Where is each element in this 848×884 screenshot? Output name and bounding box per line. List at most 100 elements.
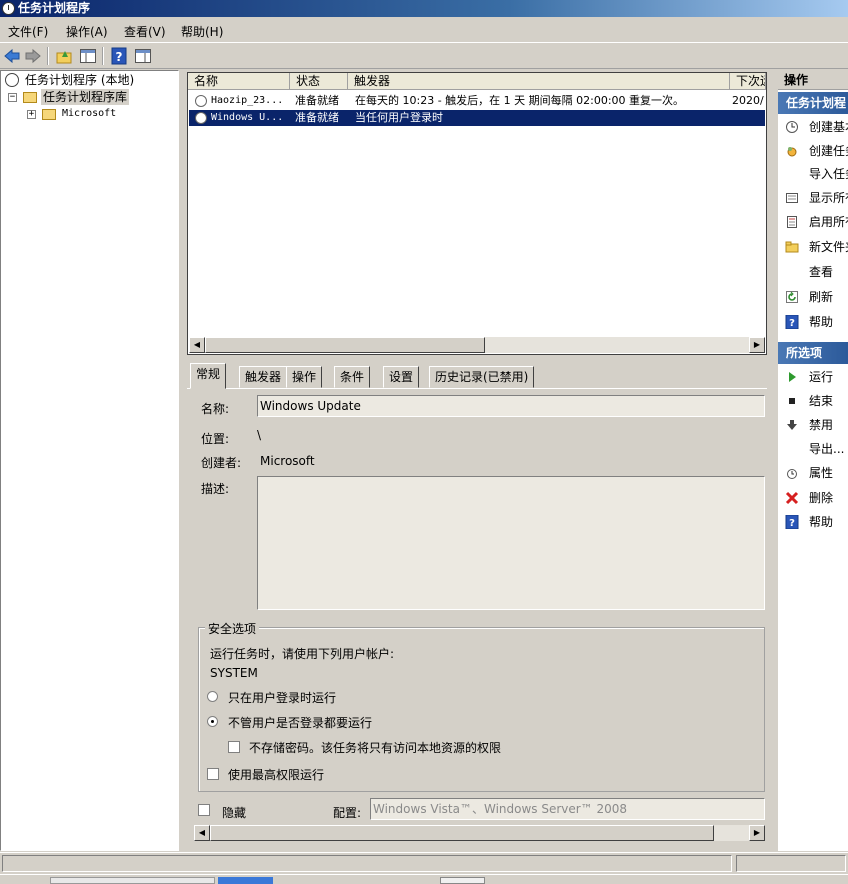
name-field[interactable]: Windows Update (257, 395, 765, 417)
collapse-icon[interactable]: − (8, 93, 17, 102)
action-label: 帮助 (809, 515, 834, 529)
do-not-store-password-checkbox[interactable] (228, 741, 240, 753)
show-hide-console-tree-icon[interactable] (79, 47, 97, 65)
properties-icon (785, 466, 799, 480)
action-label: 帮助 (809, 315, 834, 329)
tab-settings[interactable]: 设置 (383, 366, 420, 388)
radio-run-whether-logged-on-label: 不管用户是否登录都要运行 (228, 716, 373, 730)
action-label: 导出... (809, 442, 845, 456)
tree-item-root[interactable]: 任务计划程序 (本地) (5, 72, 175, 88)
enable-history-icon (785, 215, 799, 229)
tab-history[interactable]: 历史记录(已禁用) (429, 366, 535, 388)
tab-general[interactable]: 常规 (190, 363, 227, 389)
toolbar: ? (0, 42, 848, 69)
display-tasks-icon (785, 191, 799, 205)
menu-view[interactable]: 查看(V) (124, 23, 166, 40)
action-label: 属性 (809, 466, 834, 480)
clock-icon (5, 73, 19, 87)
column-header-trigger[interactable]: 触发器 (348, 73, 730, 90)
help-icon[interactable]: ? (110, 47, 128, 65)
scroll-thumb[interactable] (205, 337, 485, 353)
status-segment (736, 855, 846, 872)
do-not-store-password-label: 不存储密码。该任务将只有访问本地资源的权限 (249, 741, 502, 755)
table-row[interactable]: Windows U... 准备就绪 当任何用户登录时 (189, 110, 765, 126)
description-field[interactable] (257, 476, 765, 610)
tree-item-library[interactable]: − 任务计划程序库 (5, 89, 175, 105)
up-folder-icon[interactable] (55, 47, 73, 65)
clock-icon (195, 112, 207, 124)
action-delete[interactable]: 删除 (778, 487, 848, 509)
radio-run-only-logged-on[interactable] (207, 691, 218, 702)
action-help[interactable]: ? 帮助 (778, 311, 848, 333)
help-icon: ? (785, 514, 799, 530)
security-options-label: 安全选项 (205, 620, 260, 637)
action-refresh[interactable]: 刷新 (778, 286, 848, 308)
task-list: 名称 状态 触发器 下次运 Haozip_23... 准备就绪 在每天的 10:… (187, 72, 767, 355)
column-header-status[interactable]: 状态 (290, 73, 348, 90)
task-name: Haozip_23... (211, 95, 284, 106)
menu-file[interactable]: 文件(F) (8, 23, 48, 40)
folder-icon (42, 109, 56, 120)
task-trigger: 当任何用户登录时 (355, 111, 443, 124)
tree-item-microsoft[interactable]: + Microsoft (5, 106, 175, 122)
column-header-next-run[interactable]: 下次运 (730, 73, 766, 90)
forward-icon[interactable] (24, 47, 42, 65)
action-create-task[interactable]: 创建任务 (778, 140, 848, 162)
action-properties[interactable]: 属性 (778, 462, 848, 484)
action-end[interactable]: 结束 (778, 390, 848, 412)
radio-run-whether-logged-on[interactable] (207, 716, 218, 727)
back-icon[interactable] (3, 47, 21, 65)
scroll-left-icon[interactable]: ◀ (194, 825, 210, 841)
help-icon: ? (785, 314, 799, 330)
configure-for-select[interactable]: Windows Vista™、Windows Server™ 2008 (370, 798, 765, 820)
action-import-task[interactable]: 导入任务 (778, 163, 848, 185)
toolbar-separator (47, 47, 49, 65)
action-label: 显示所有 (809, 191, 848, 205)
status-segment (2, 855, 732, 872)
scroll-thumb[interactable] (210, 825, 714, 841)
action-export[interactable]: 导出... (778, 438, 848, 460)
author-label: 创建者: (201, 456, 242, 470)
delete-icon (785, 491, 799, 505)
highest-privileges-checkbox[interactable] (207, 768, 219, 780)
table-row[interactable]: Haozip_23... 准备就绪 在每天的 10:23 - 触发后，在 1 天… (189, 93, 765, 109)
action-enable-all-history[interactable]: 启用所有 (778, 211, 848, 233)
action-run[interactable]: 运行 (778, 366, 848, 388)
action-label: 导入任务 (809, 167, 848, 181)
task-status: 准备就绪 (295, 111, 339, 124)
action-view[interactable]: 查看 (778, 261, 848, 283)
tab-actions[interactable]: 操作 (286, 366, 323, 388)
list-horizontal-scrollbar[interactable]: ◀ ▶ (189, 337, 765, 353)
action-help-selected[interactable]: ? 帮助 (778, 511, 848, 533)
task-trigger: 在每天的 10:23 - 触发后，在 1 天 期间每隔 02:00:00 重复一… (355, 94, 685, 107)
column-header-name[interactable]: 名称 (188, 73, 290, 90)
actions-section-selected-item[interactable]: 所选项 (778, 342, 848, 364)
hidden-checkbox[interactable] (198, 804, 210, 816)
menu-help[interactable]: 帮助(H) (181, 23, 223, 40)
actions-section-scheduler[interactable]: 任务计划程 (778, 92, 848, 114)
action-label: 新文件夹 (809, 240, 848, 254)
scroll-right-icon[interactable]: ▶ (749, 337, 765, 353)
scroll-left-icon[interactable]: ◀ (189, 337, 205, 353)
action-disable[interactable]: 禁用 (778, 414, 848, 436)
action-label: 删除 (809, 491, 834, 505)
console-tree: 任务计划程序 (本地) − 任务计划程序库 + Microsoft (0, 70, 179, 851)
author-value: Microsoft (260, 454, 315, 468)
task-next-run: 2020/1 (732, 94, 765, 107)
title-bar: 任务计划程序 (0, 0, 848, 17)
action-label: 创建任务 (809, 144, 848, 158)
show-hide-action-pane-icon[interactable] (134, 47, 152, 65)
action-label: 禁用 (809, 418, 834, 432)
menu-action[interactable]: 操作(A) (66, 23, 108, 40)
tab-conditions[interactable]: 条件 (334, 366, 371, 388)
run-as-account: SYSTEM (210, 666, 258, 680)
scroll-right-icon[interactable]: ▶ (749, 825, 765, 841)
tab-triggers[interactable]: 触发器 (239, 366, 288, 388)
action-display-running-tasks[interactable]: 显示所有 (778, 187, 848, 209)
tree-label-microsoft: Microsoft (62, 108, 117, 119)
tree-label-library: 任务计划程序库 (41, 89, 130, 105)
expand-icon[interactable]: + (27, 110, 36, 119)
action-new-folder[interactable]: 新文件夹 (778, 236, 848, 258)
details-horizontal-scrollbar[interactable]: ◀ ▶ (194, 825, 765, 841)
action-create-basic-task[interactable]: 创建基本 (778, 116, 848, 138)
